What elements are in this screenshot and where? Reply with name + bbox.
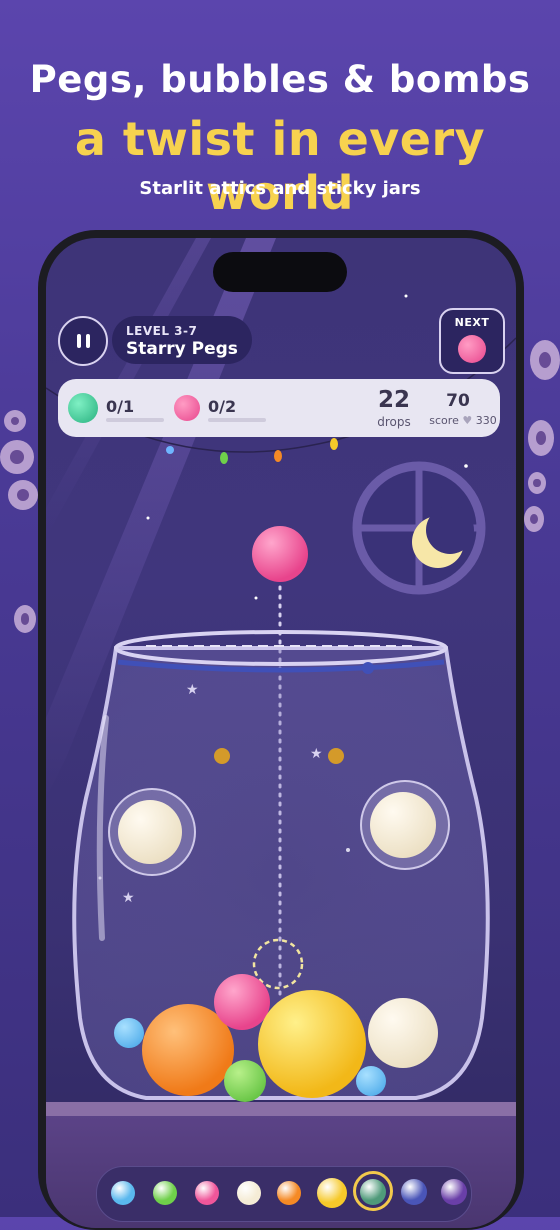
level-number: LEVEL 3-7	[126, 324, 198, 338]
decor-bubble	[4, 410, 26, 432]
promo-headline: Pegs, bubbles & bombs	[29, 58, 531, 101]
score-line: score ♥ 330	[420, 414, 506, 427]
score-label: score	[429, 414, 459, 427]
promo-tagline: a twist in every world	[74, 112, 486, 220]
decor-bubble	[524, 506, 544, 532]
decor-bubble	[8, 480, 38, 510]
game-screen: ★ ★ ★ LEVEL 3-7 Starry Pegs NEXT 0/1 0/2…	[46, 238, 516, 1228]
decor-bubble	[530, 340, 560, 380]
score-value: 70	[446, 391, 470, 411]
blue-fruit-icon	[111, 1181, 135, 1205]
pink-fruit-icon	[174, 395, 200, 421]
level-indicator: LEVEL 3-7 Starry Pegs	[112, 316, 252, 364]
goal-pink-count: 0/2	[208, 397, 237, 416]
best-score: 330	[475, 414, 497, 427]
yellow-fruit	[258, 990, 366, 1098]
goal-green-progress	[106, 418, 164, 422]
drops-remaining: 22	[377, 387, 410, 413]
decor-bubble	[528, 472, 546, 494]
phone-frame: ★ ★ ★ LEVEL 3-7 Starry Pegs NEXT 0/1 0/2…	[38, 230, 524, 1230]
pink-fruit-icon	[195, 1181, 219, 1205]
svg-text:★: ★	[122, 890, 135, 906]
goal-pink-progress	[208, 418, 266, 422]
blue-fruit	[114, 1018, 144, 1048]
phone-notch	[213, 252, 347, 292]
decor-bubble	[14, 605, 36, 633]
decor-bubble	[528, 420, 554, 456]
cream-fruit	[368, 998, 438, 1068]
svg-text:★: ★	[186, 682, 199, 698]
purple-crown-fruit-icon	[441, 1179, 467, 1205]
blue-fruit	[356, 1066, 386, 1096]
pause-icon	[76, 334, 90, 348]
indigo-fruit-icon	[401, 1179, 427, 1205]
cream-fruit	[370, 792, 436, 858]
goal-green-count: 0/1	[106, 397, 135, 416]
shelf-top	[46, 1102, 516, 1116]
teal-fruit-icon	[360, 1179, 386, 1205]
next-fruit-preview: NEXT	[439, 308, 505, 374]
decor-bubble	[0, 440, 34, 474]
green-fruit-icon	[153, 1181, 177, 1205]
orange-fruit-icon	[277, 1181, 301, 1205]
promo-subtitle: Starlit attics and sticky jars	[139, 178, 421, 199]
level-title: Starry Pegs	[126, 339, 238, 359]
green-fruit-icon	[68, 393, 98, 423]
current-pink-fruit[interactable]	[252, 526, 308, 582]
pause-button[interactable]	[58, 316, 108, 366]
cream-fruit-icon	[237, 1181, 261, 1205]
heart-icon: ♥	[462, 414, 473, 427]
goals-bar: 0/1 0/2 22 drops 70 score ♥ 330	[58, 379, 500, 437]
svg-text:★: ★	[310, 746, 323, 762]
cream-fruit	[118, 800, 182, 864]
green-fruit	[224, 1060, 266, 1102]
yellow-fruit-icon	[317, 1178, 347, 1208]
pink-fruit-icon	[458, 335, 486, 363]
fruit-evolution-tray	[96, 1166, 472, 1222]
next-label: NEXT	[454, 316, 490, 329]
